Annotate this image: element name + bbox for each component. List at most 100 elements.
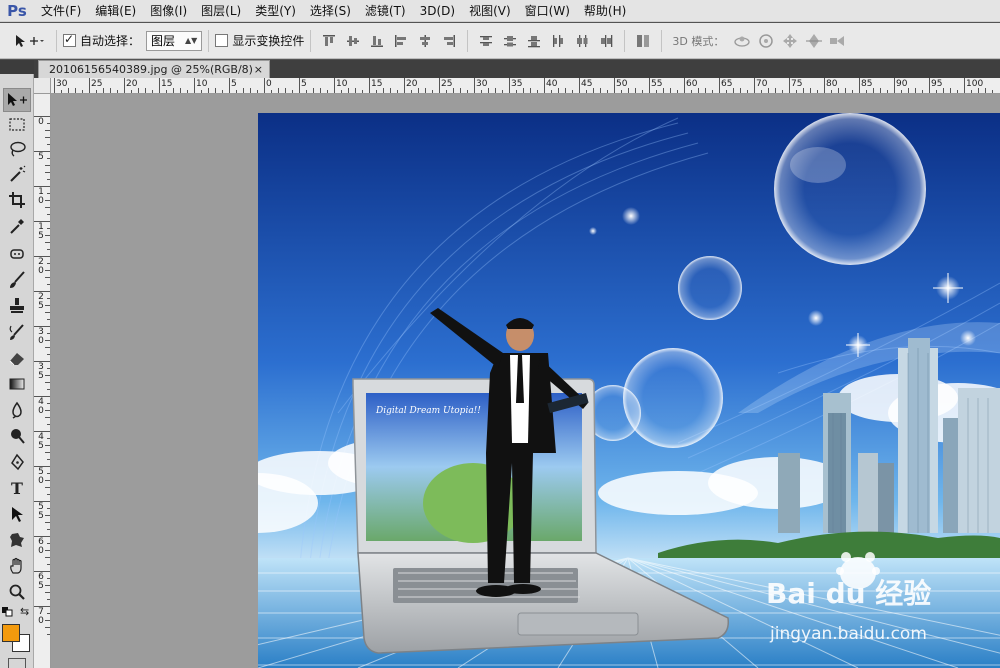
- ruler-major-tick: [194, 78, 195, 93]
- marquee-tool[interactable]: [3, 112, 31, 136]
- align-top-icon[interactable]: [319, 31, 339, 51]
- swap-colors-icon[interactable]: ⇆: [20, 605, 29, 618]
- move-tool[interactable]: [3, 88, 31, 112]
- layer-select-value: 图层: [151, 34, 176, 48]
- 3d-scale-icon[interactable]: [828, 31, 848, 51]
- menu-file[interactable]: 文件(F): [34, 0, 88, 22]
- menu-select[interactable]: 选择(S): [303, 0, 358, 22]
- ruler-label: 95: [931, 79, 943, 89]
- 3d-pan-icon[interactable]: [780, 31, 800, 51]
- align-left-icon[interactable]: [391, 31, 411, 51]
- distribute-bottom-icon[interactable]: [524, 31, 544, 51]
- menu-view[interactable]: 视图(V): [462, 0, 518, 22]
- menu-window[interactable]: 窗口(W): [518, 0, 577, 22]
- distribute-horizontal-center-icon[interactable]: [572, 31, 592, 51]
- watermark-url: jingyan.baidu.com: [769, 624, 927, 644]
- menu-filter[interactable]: 滤镜(T): [358, 0, 413, 22]
- quick-mask-icon[interactable]: [8, 658, 26, 668]
- document-tab[interactable]: 20106156540389.jpg @ 25%(RGB/8) ×: [38, 60, 270, 78]
- ruler-label: 5 5: [38, 502, 44, 521]
- path-select-tool[interactable]: [3, 502, 31, 526]
- ruler-label: 20: [406, 79, 418, 89]
- eraser-tool[interactable]: [3, 346, 31, 370]
- menu-3d[interactable]: 3D(D): [413, 0, 462, 22]
- horizontal-ruler[interactable]: 30 25 20 15 10 5 0 5 10 15 20 25 30 35 40 45 50 55 60 65 70 7…: [51, 78, 1000, 94]
- options-bar: 自动选择： 图层 ▲▼ 显示变换控件 3D 模式：: [0, 23, 1000, 59]
- menu-layer[interactable]: 图层(L): [194, 0, 248, 22]
- layer-group-select[interactable]: 图层 ▲▼: [146, 30, 203, 51]
- ruler-label: 100: [966, 79, 984, 89]
- menu-bar: Ps 文件(F) 编辑(E) 图像(I) 图层(L) 类型(Y) 选择(S) 滤…: [0, 0, 1000, 22]
- ruler-label: 25: [441, 79, 453, 89]
- distribute-vertical-center-icon[interactable]: [500, 31, 520, 51]
- distribute-right-icon[interactable]: [596, 31, 616, 51]
- menu-edit[interactable]: 编辑(E): [88, 0, 143, 22]
- crop-tool[interactable]: [3, 188, 31, 212]
- align-horizontal-center-icon[interactable]: [415, 31, 435, 51]
- separator: [467, 29, 469, 52]
- gradient-tool[interactable]: [3, 372, 31, 396]
- eyedropper-tool[interactable]: [3, 214, 31, 238]
- ruler-major-tick: [894, 78, 895, 93]
- document-tab-title: 20106156540389.jpg @ 25%(RGB/8): [49, 63, 253, 76]
- ruler-major-tick: [264, 78, 265, 93]
- foreground-color-swatch[interactable]: [2, 624, 20, 642]
- ruler-label: 60: [686, 79, 698, 89]
- align-bottom-icon[interactable]: [367, 31, 387, 51]
- menu-image[interactable]: 图像(I): [143, 0, 194, 22]
- distribute-left-icon[interactable]: [548, 31, 568, 51]
- ruler-major-tick: [89, 78, 90, 93]
- separator: [310, 29, 312, 52]
- ruler-major-tick: [299, 78, 300, 93]
- show-transform-checkbox[interactable]: [215, 34, 229, 47]
- menu-help[interactable]: 帮助(H): [577, 0, 633, 22]
- vertical-ruler[interactable]: 0 5 1 0 1 5 2 0 2 5 3 0 3 5 4 0 4 5 5 0 5 5 6 0 6 5 7 …: [34, 94, 51, 668]
- ruler-major-tick: [124, 78, 125, 93]
- align-right-icon[interactable]: [439, 31, 459, 51]
- auto-select-checkbox[interactable]: [63, 32, 76, 47]
- composite-photo: Digital Dream Utopia!! Bai du 经验 jingyan…: [258, 113, 1000, 668]
- ruler-label: 6 5: [38, 572, 44, 591]
- ruler-major-tick: [579, 78, 580, 93]
- toolbar-header[interactable]: [0, 60, 34, 74]
- quick-select-tool[interactable]: [3, 162, 31, 186]
- shape-tool[interactable]: [3, 528, 31, 552]
- tool-preset-picker[interactable]: [0, 23, 50, 59]
- pen-tool[interactable]: [3, 450, 31, 474]
- zoom-tool[interactable]: [3, 580, 31, 604]
- magic-wand-icon: [10, 165, 26, 182]
- clone-stamp-tool[interactable]: [3, 294, 31, 318]
- auto-align-layers-icon[interactable]: [633, 31, 653, 51]
- document-image[interactable]: Digital Dream Utopia!! Bai du 经验 jingyan…: [258, 113, 1000, 668]
- menu-type[interactable]: 类型(Y): [248, 0, 303, 22]
- zoom-icon: [9, 584, 25, 600]
- 3d-rotate-icon[interactable]: [732, 31, 752, 51]
- ruler-label: 4 5: [38, 432, 44, 451]
- default-colors-icon[interactable]: [2, 606, 14, 620]
- ruler-label: 0: [38, 117, 44, 127]
- close-tab-icon[interactable]: ×: [254, 63, 263, 76]
- separator: [56, 29, 57, 52]
- 3d-roll-icon[interactable]: [756, 31, 776, 51]
- lasso-tool[interactable]: [3, 137, 31, 161]
- ruler-major-tick: [159, 78, 160, 93]
- 3d-slide-icon[interactable]: [804, 31, 824, 51]
- ruler-major-tick: [719, 78, 720, 93]
- watermark-brand: Bai du 经验: [766, 577, 931, 610]
- type-tool[interactable]: T: [3, 476, 31, 500]
- ruler-label: 65: [721, 79, 733, 89]
- ruler-label: 30: [476, 79, 488, 89]
- brush-tool[interactable]: [3, 268, 31, 292]
- ruler-origin[interactable]: [34, 78, 51, 94]
- ruler-label: 5: [231, 79, 237, 89]
- history-brush-tool[interactable]: [3, 320, 31, 344]
- healing-brush-icon: [10, 249, 24, 259]
- tools-panel: T ⇆: [0, 74, 34, 668]
- ruler-major-tick: [509, 78, 510, 93]
- hand-tool[interactable]: [3, 554, 31, 578]
- healing-brush-tool[interactable]: [3, 242, 31, 266]
- distribute-top-icon[interactable]: [476, 31, 496, 51]
- align-vertical-center-icon[interactable]: [343, 31, 363, 51]
- blur-tool[interactable]: [3, 398, 31, 422]
- dodge-tool[interactable]: [3, 424, 31, 448]
